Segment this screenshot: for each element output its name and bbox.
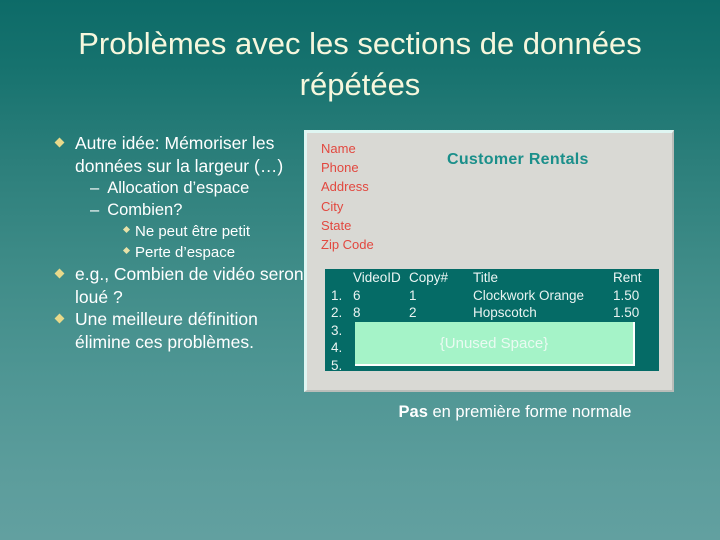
cell-videoid: 6 [353,287,361,303]
cell-rent: 1.50 [613,287,640,303]
list-item: Perte d’espace [122,242,311,263]
unused-space-block: {Unused Space} [355,322,635,366]
field-label-list: Name Phone Address City State Zip Code [321,139,374,254]
panel-title: Customer Rentals [447,151,589,168]
row-number: 1. [331,287,343,303]
cell-videoid: 8 [353,305,361,320]
table-row: 1. 6 1 Clockwork Orange 1.50 [325,287,659,305]
cell-copy: 2 [409,305,417,320]
row-number: 2. [331,305,343,320]
field-label-state: State [321,217,352,233]
diamond-bullet-icon [122,246,131,255]
list-item-label: Ne peut être petit [135,223,251,240]
unused-space-label: {Unused Space} [439,334,549,352]
customer-rentals-panel: Name Phone Address City State Zip Code C… [304,130,674,392]
footnote: Pas en première forme normale [330,403,700,422]
dash-bullet-icon: – [90,179,100,197]
list-item-label: Combien? [107,201,183,219]
list-item-label: e.g., Combien de vidéo seront loué ? [75,264,309,307]
row-number: 4. [331,340,343,355]
column-header-rent: Rent [613,270,642,285]
column-header-copy: Copy# [409,270,449,285]
page-title: Problèmes avec les sections de données r… [78,26,642,102]
row-number: 5. [331,357,343,372]
column-header-title: Title [473,270,499,285]
list-item-label: Perte d’espace [135,244,236,261]
field-label-zipcode: Zip Code [321,237,374,253]
list-item: – Allocation d’espace [90,177,311,199]
list-item: Une meilleure définition élimine ces pro… [54,308,311,353]
bullet-list: Autre idée: Mémoriser les données sur la… [54,132,311,353]
cell-rent: 1.50 [613,305,640,320]
footnote-rest: en première forme normale [427,403,632,421]
field-label-address: Address [321,179,369,195]
diamond-bullet-icon [54,313,65,324]
list-item: – Combien? [90,199,311,221]
list-item-label: Allocation d’espace [107,179,250,197]
diamond-bullet-icon [54,137,65,148]
diamond-bullet-icon [54,268,65,279]
footnote-emphasis: Pas [398,403,428,421]
dash-bullet-icon: – [90,201,100,219]
column-header-videoid: VideoID [353,270,401,285]
list-item: Autre idée: Mémoriser les données sur la… [54,132,311,177]
table-row: 2. 8 2 Hopscotch 1.50 [325,304,659,322]
list-item-label: Autre idée: Mémoriser les données sur la… [75,133,284,176]
list-item: e.g., Combien de vidéo seront loué ? [54,263,311,308]
rentals-table: VideoID Copy# Title Rent 1. 6 1 Clockwor… [325,269,659,371]
field-label-city: City [321,198,344,214]
field-label-phone: Phone [321,160,359,176]
table-header-row: VideoID Copy# Title Rent [325,269,659,287]
diamond-bullet-icon [122,225,131,234]
slide: Problèmes avec les sections de données r… [0,0,720,540]
cell-copy: 1 [409,287,417,303]
row-number: 3. [331,322,343,338]
list-item-label: Une meilleure définition élimine ces pro… [75,309,258,352]
field-label-name: Name [321,141,356,156]
cell-title: Clockwork Orange [473,287,585,303]
cell-title: Hopscotch [473,305,537,320]
list-item: Ne peut être petit [122,221,311,242]
